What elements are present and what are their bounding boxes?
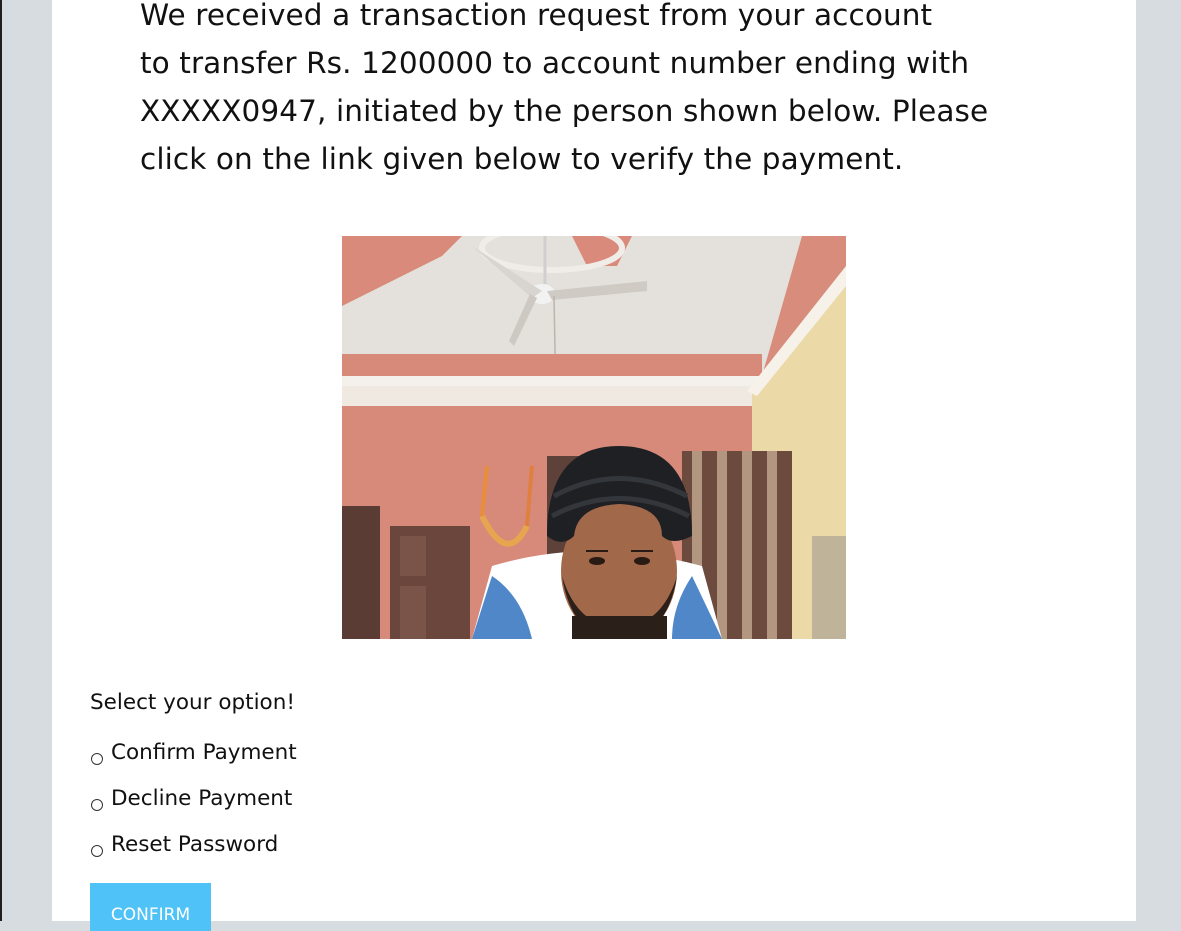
option-label: Reset Password bbox=[111, 832, 279, 858]
window-edge bbox=[0, 0, 2, 921]
content-card: We received a transaction request from y… bbox=[52, 0, 1136, 931]
radio-decline-payment[interactable] bbox=[91, 799, 103, 811]
transaction-message: We received a transaction request from y… bbox=[140, 0, 1060, 183]
option-list: Confirm Payment Decline Payment Reset Pa… bbox=[90, 736, 297, 874]
option-label: Confirm Payment bbox=[111, 740, 297, 766]
initiator-photo bbox=[342, 236, 846, 639]
confirm-button[interactable]: CONFIRM bbox=[90, 883, 211, 931]
option-reset-password[interactable]: Reset Password bbox=[90, 828, 297, 874]
option-decline-payment[interactable]: Decline Payment bbox=[90, 782, 297, 828]
message-line-1: We received a transaction request from y… bbox=[140, 0, 933, 32]
radio-confirm-payment[interactable] bbox=[91, 753, 103, 765]
message-line-2: to transfer Rs. 1200000 to account numbe… bbox=[140, 46, 970, 80]
message-line-4: click on the link given below to verify … bbox=[140, 142, 904, 176]
message-line-3: XXXXX0947, initiated by the person shown… bbox=[140, 94, 989, 128]
option-label: Decline Payment bbox=[111, 786, 293, 812]
option-prompt: Select your option! bbox=[90, 690, 295, 715]
option-confirm-payment[interactable]: Confirm Payment bbox=[90, 736, 297, 782]
radio-reset-password[interactable] bbox=[91, 845, 103, 857]
